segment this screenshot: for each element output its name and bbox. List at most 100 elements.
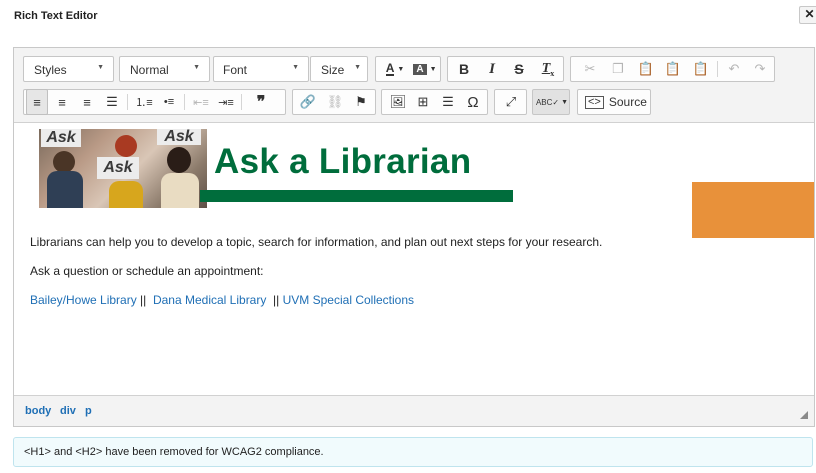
numbered-list-button[interactable]: ⒈≡ — [133, 90, 155, 114]
table-icon: ⊞ — [417, 94, 429, 109]
text-color-button[interactable]: A ▼ — [380, 57, 410, 81]
align-left-button[interactable]: ≡ — [26, 89, 48, 115]
paragraph-group: ≡ ≡ ≡ ☰ ⒈≡ •≡ ⇤≡ ⇥≡ ❞ — [23, 89, 286, 115]
paste-button[interactable]: 📋 — [635, 57, 657, 81]
link-separator: || — [269, 293, 280, 307]
redo-button[interactable]: ↷ — [749, 57, 771, 81]
format-dropdown[interactable]: Normal ▼ — [119, 56, 210, 82]
unlink-icon: ⛓ — [326, 94, 344, 109]
link-special-collections[interactable]: UVM Special Collections — [283, 293, 414, 307]
rich-text-editor: Styles ▼ Normal ▼ Font ▼ Size ▼ A ▼ A ▼ B — [13, 47, 815, 427]
separator — [241, 94, 242, 110]
format-label: Normal — [130, 63, 169, 77]
paste-word-icon: 📋 — [692, 61, 710, 76]
link-separator: || — [136, 293, 147, 307]
blockquote-button[interactable]: ❞ — [250, 90, 272, 114]
path-item-body[interactable]: body — [25, 405, 51, 417]
styles-dropdown[interactable]: Styles ▼ — [23, 56, 114, 82]
decrease-indent-icon: ⇤≡ — [193, 96, 209, 109]
remove-format-button[interactable]: Tx — [537, 57, 559, 81]
special-char-icon: Ω — [467, 93, 479, 111]
chevron-down-icon: ▼ — [292, 64, 299, 71]
close-button[interactable]: ✕ — [799, 6, 816, 24]
blockquote-icon: ❞ — [256, 94, 266, 111]
image-button[interactable]: 🖼 — [387, 90, 409, 114]
text-color-icon: A — [385, 61, 395, 76]
link-dana-medical[interactable]: Dana Medical Library — [153, 293, 266, 307]
undo-button[interactable]: ↶ — [723, 57, 745, 81]
chevron-down-icon: ▼ — [429, 65, 437, 73]
italic-button[interactable]: I — [481, 57, 503, 81]
person-silhouette — [109, 181, 143, 208]
librarians-photo: Ask Ask Ask — [39, 129, 207, 208]
banner-title: Ask a Librarian — [214, 142, 472, 181]
cut-button[interactable]: ✂ — [579, 57, 601, 81]
editor-content[interactable]: Ask Ask Ask Ask a Librarian Librarians c… — [14, 124, 814, 394]
anchor-button[interactable]: ⚑ — [350, 90, 372, 114]
background-color-button[interactable]: A ▼ — [410, 57, 440, 81]
anchor-icon: ⚑ — [355, 94, 367, 109]
styles-label: Styles — [34, 63, 67, 77]
person-silhouette — [167, 147, 191, 173]
special-char-button[interactable]: Ω — [462, 90, 484, 114]
banner-underline — [200, 190, 513, 202]
align-right-icon: ≡ — [83, 94, 91, 110]
align-center-button[interactable]: ≡ — [51, 90, 73, 114]
intro-paragraph: Librarians can help you to develop a top… — [30, 235, 603, 249]
size-dropdown[interactable]: Size ▼ — [310, 56, 368, 82]
separator — [127, 94, 128, 110]
cut-icon: ✂ — [584, 61, 596, 76]
resize-handle[interactable] — [800, 411, 808, 419]
align-center-icon: ≡ — [58, 94, 66, 110]
dialog-header: Rich Text Editor ✕ — [0, 0, 816, 34]
separator — [184, 94, 185, 110]
path-item-p[interactable]: p — [85, 405, 92, 417]
orange-accent-block — [692, 182, 814, 238]
separator — [717, 61, 718, 77]
person-silhouette — [47, 171, 83, 208]
bulleted-list-button[interactable]: •≡ — [158, 90, 180, 114]
background-color-icon: A — [413, 63, 427, 75]
maximize-icon: ⤢ — [505, 94, 517, 109]
chevron-down-icon: ▼ — [397, 65, 405, 73]
table-button[interactable]: ⊞ — [412, 90, 434, 114]
chevron-down-icon: ▼ — [97, 64, 104, 71]
decrease-indent-button[interactable]: ⇤≡ — [190, 90, 212, 114]
font-dropdown[interactable]: Font ▼ — [213, 56, 309, 82]
source-icon: <> — [585, 95, 604, 109]
compliance-notice: <H1> and <H2> have been removed for WCAG… — [13, 437, 813, 467]
strikethrough-icon: S — [514, 61, 524, 77]
bulleted-list-icon: •≡ — [163, 96, 175, 108]
copy-button[interactable]: ❐ — [607, 57, 629, 81]
paste-text-button[interactable]: 📋 — [662, 57, 684, 81]
source-button[interactable]: <> Source — [581, 90, 649, 114]
links-group: 🔗 ⛓ ⚑ — [292, 89, 376, 115]
maximize-button[interactable]: ⤢ — [500, 90, 522, 114]
library-links: Bailey/Howe Library || Dana Medical Libr… — [30, 293, 414, 307]
ask-sign: Ask — [157, 129, 201, 145]
ask-sign: Ask — [97, 157, 139, 179]
bold-button[interactable]: B — [453, 57, 475, 81]
redo-icon: ↷ — [754, 61, 766, 76]
paste-word-button[interactable]: 📋 — [690, 57, 712, 81]
path-item-div[interactable]: div — [60, 405, 76, 417]
align-right-button[interactable]: ≡ — [76, 90, 98, 114]
horizontal-line-button[interactable]: ☰ — [437, 90, 459, 114]
link-bailey-howe[interactable]: Bailey/Howe Library — [30, 293, 137, 307]
unlink-button[interactable]: ⛓ — [324, 90, 346, 114]
chevron-down-icon: ▼ — [193, 64, 200, 71]
justify-icon: ☰ — [106, 94, 118, 109]
basic-styles-group: B I S Tx — [447, 56, 564, 82]
paste-text-icon: 📋 — [664, 61, 682, 76]
source-group: <> Source — [577, 89, 651, 115]
spellcheck-group: ABC✓ ▼ — [532, 89, 570, 115]
remove-format-icon: Tx — [541, 60, 555, 78]
increase-indent-button[interactable]: ⇥≡ — [215, 90, 237, 114]
undo-icon: ↶ — [728, 61, 740, 76]
editor-toolbar: Styles ▼ Normal ▼ Font ▼ Size ▼ A ▼ A ▼ B — [14, 48, 814, 123]
justify-button[interactable]: ☰ — [101, 90, 123, 114]
strikethrough-button[interactable]: S — [508, 57, 530, 81]
spellcheck-button[interactable]: ABC✓ ▼ — [536, 90, 568, 114]
tools-group: ⤢ — [494, 89, 527, 115]
link-button[interactable]: 🔗 — [297, 90, 319, 114]
